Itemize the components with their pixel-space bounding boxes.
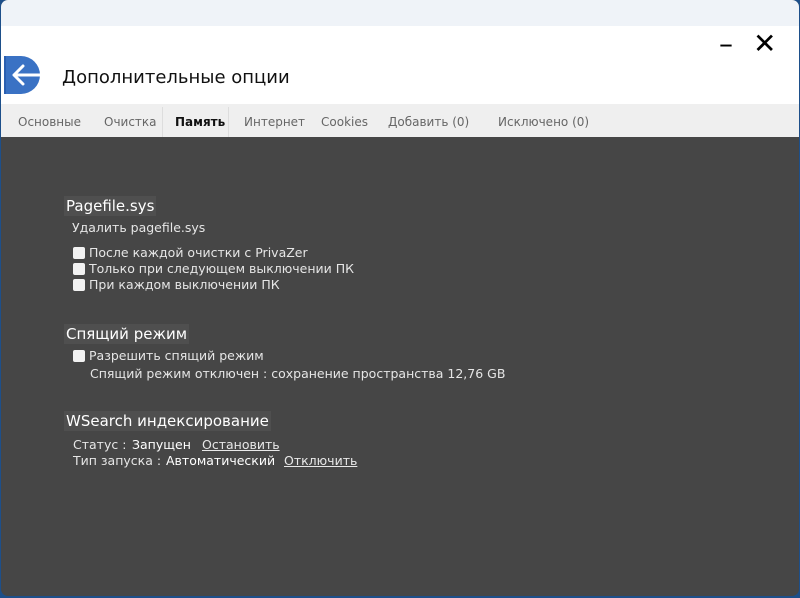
close-button[interactable]: ✕ [753, 30, 776, 58]
minimize-button[interactable]: – [719, 30, 733, 58]
checkbox-every-shutdown[interactable] [73, 279, 85, 291]
pagefile-heading: Pagefile.sys [64, 196, 157, 216]
tab-divider [162, 107, 163, 137]
checkbox-next-shutdown[interactable] [73, 263, 85, 275]
start-type-label: Тип запуска : [73, 453, 162, 468]
tab-add[interactable]: Добавить (0) [388, 115, 469, 129]
checkbox-label: После каждой очистки с PrivaZer [89, 245, 308, 260]
pagefile-subheading: Удалить pagefile.sys [72, 220, 206, 235]
page-title: Дополнительные опции [62, 67, 290, 88]
tab-internet[interactable]: Интернет [244, 115, 305, 129]
tab-divider [228, 107, 229, 137]
tab-cleanup[interactable]: Очистка [104, 115, 157, 129]
checkbox-after-cleanup[interactable] [73, 247, 85, 259]
disable-link[interactable]: Отключить [284, 453, 357, 468]
window: – ✕ Дополнительные опции Основные Очистк… [1, 0, 799, 596]
hibernate-info: Спящий режим отключен : сохранение прост… [90, 366, 506, 381]
title-bar [1, 0, 799, 26]
header [1, 26, 799, 104]
checkbox-allow-hibernate[interactable] [73, 350, 85, 362]
tab-memory[interactable]: Память [175, 115, 225, 129]
status-label: Статус : [73, 437, 127, 452]
hibernate-heading: Спящий режим [64, 324, 190, 344]
checkbox-label: Только при следующем выключении ПК [89, 261, 355, 276]
tab-excluded[interactable]: Исключено (0) [498, 115, 589, 129]
wsearch-heading: WSearch индексирование [64, 411, 271, 431]
arrow-left-icon [12, 64, 47, 86]
start-type-value: Автоматический [166, 453, 276, 468]
tab-basic[interactable]: Основные [18, 115, 81, 129]
checkbox-label: Разрешить спящий режим [89, 348, 264, 363]
status-value: Запущен [132, 437, 191, 452]
tab-bar: Основные Очистка Память Интернет Cookies… [1, 104, 799, 137]
checkbox-label: При каждом выключении ПК [89, 277, 280, 292]
tab-cookies[interactable]: Cookies [321, 115, 368, 129]
stop-link[interactable]: Остановить [202, 437, 280, 452]
